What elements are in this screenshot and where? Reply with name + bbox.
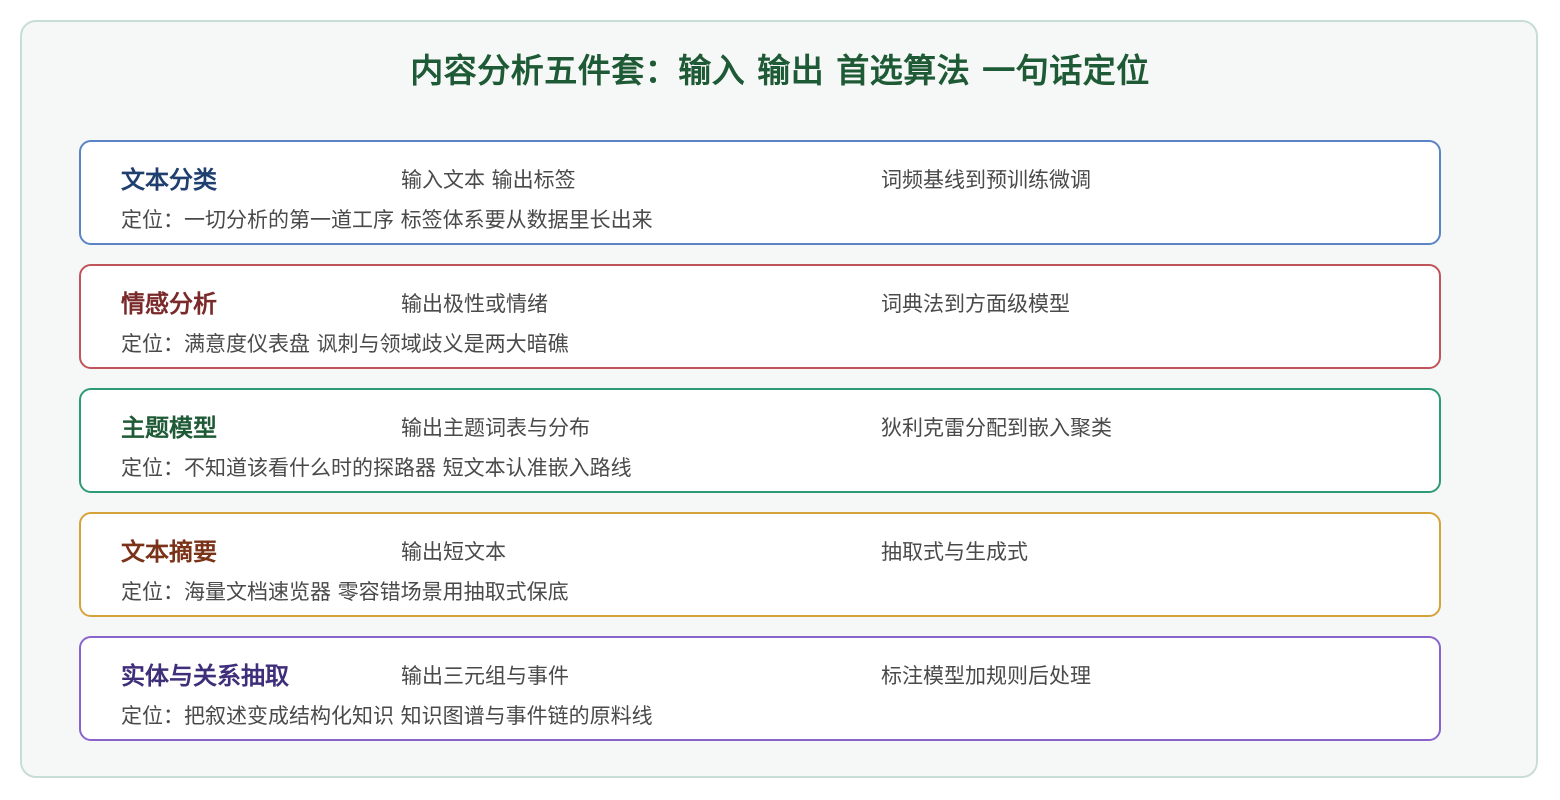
card-text-summarization: 文本摘要 输出短文本 抽取式与生成式 定位：海量文档速览器 零容错场景用抽取式保…	[79, 512, 1441, 617]
card-algorithm: 抽取式与生成式	[881, 540, 1028, 564]
card-io: 输出短文本	[401, 540, 506, 564]
card-name: 主题模型	[121, 414, 217, 442]
card-algorithm: 词典法到方面级模型	[881, 292, 1070, 316]
card-io: 输出三元组与事件	[401, 664, 569, 688]
page-title: 内容分析五件套：输入 输出 首选算法 一句话定位	[410, 51, 1150, 90]
card-name: 文本摘要	[121, 538, 217, 566]
card-entity-relation-extraction: 实体与关系抽取 输出三元组与事件 标注模型加规则后处理 定位：把叙述变成结构化知…	[79, 636, 1441, 741]
card-sentiment-analysis: 情感分析 输出极性或情绪 词典法到方面级模型 定位：满意度仪表盘 讽刺与领域歧义…	[79, 264, 1441, 369]
card-algorithm: 词频基线到预训练微调	[881, 168, 1091, 192]
card-positioning: 定位：海量文档速览器 零容错场景用抽取式保底	[121, 580, 569, 604]
card-positioning: 定位：一切分析的第一道工序 标签体系要从数据里长出来	[121, 208, 653, 232]
card-io: 输出极性或情绪	[401, 292, 548, 316]
card-positioning: 定位：把叙述变成结构化知识 知识图谱与事件链的原料线	[121, 704, 653, 728]
card-algorithm: 狄利克雷分配到嵌入聚类	[881, 416, 1112, 440]
card-topic-model: 主题模型 输出主题词表与分布 狄利克雷分配到嵌入聚类 定位：不知道该看什么时的探…	[79, 388, 1441, 493]
card-positioning: 定位：不知道该看什么时的探路器 短文本认准嵌入路线	[121, 456, 632, 480]
card-positioning: 定位：满意度仪表盘 讽刺与领域歧义是两大暗礁	[121, 332, 569, 356]
card-io: 输出主题词表与分布	[401, 416, 590, 440]
card-name: 文本分类	[121, 166, 217, 194]
card-name: 情感分析	[121, 290, 217, 318]
card-text-classification: 文本分类 输入文本 输出标签 词频基线到预训练微调 定位：一切分析的第一道工序 …	[79, 140, 1441, 245]
card-name: 实体与关系抽取	[121, 662, 289, 690]
card-io: 输入文本 输出标签	[401, 168, 576, 192]
card-algorithm: 标注模型加规则后处理	[881, 664, 1091, 688]
